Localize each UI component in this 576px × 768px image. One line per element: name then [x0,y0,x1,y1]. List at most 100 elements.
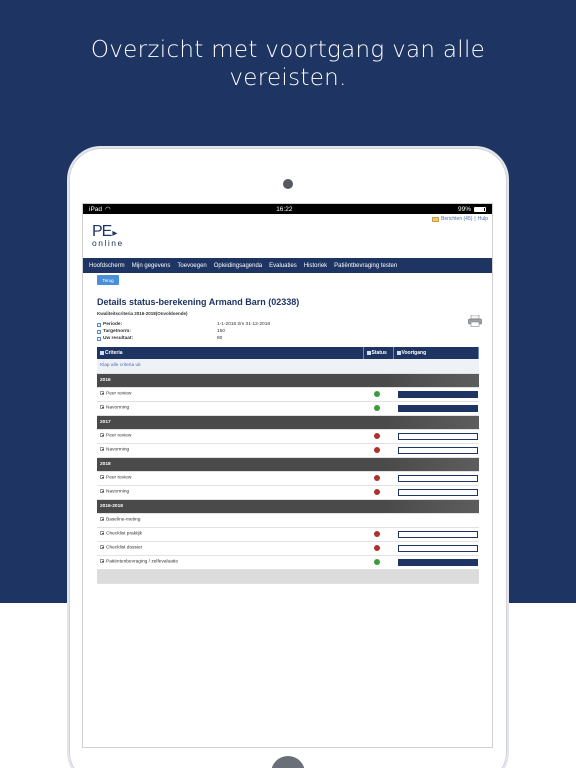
status-fail-icon [374,530,380,537]
table-row[interactable]: Baseline-meting [97,513,479,528]
year-label: 2017 [97,415,479,430]
criteria-header[interactable]: Criteria [97,347,364,359]
progress-cell [393,527,479,542]
status-cell [363,471,393,486]
table-row[interactable]: Checklist dossier [97,541,479,556]
status-cell [363,513,393,528]
table-row[interactable]: Navorming [97,443,479,458]
status-header[interactable]: Status [363,347,394,359]
headline-line-2: vereisten. [229,65,347,91]
progress-bar [398,558,478,566]
criteria-label: Navorming [106,489,130,495]
nav-item-evaluaties[interactable]: Evaluaties [269,263,297,269]
table-row[interactable]: Navorming [97,485,479,500]
criteria-cell: Checklist praktijk [97,527,363,542]
progress-bar [398,446,478,454]
link-separator: | [474,216,476,222]
nav-item-mijn-gegevens[interactable]: Mijn gegevens [132,263,171,269]
expand-icon[interactable] [100,559,104,564]
help-link[interactable]: Hulp [478,216,488,222]
camera-icon [283,179,293,189]
criteria-cell: Peer review [97,429,363,444]
print-icon[interactable] [468,315,482,327]
page-subtitle: Kwaliteitscriteria 2016-2018(Onvoldoende… [97,311,188,316]
criteria-label: Peer review [106,391,132,397]
periode-label: Periode: [103,322,123,327]
expand-icon[interactable] [100,391,104,396]
table-row[interactable]: Peer review [97,387,479,402]
logo-online: online [92,238,124,248]
sort-icon [366,350,371,355]
back-button[interactable]: Terug [97,275,119,285]
progress-bar [398,404,478,412]
status-cell [363,541,393,556]
status-ok-icon [374,390,380,397]
status-fail-icon [374,474,380,481]
progress-cell [393,541,479,556]
messages-link[interactable]: Berichten (45) [441,216,472,222]
expand-icon[interactable] [100,531,104,536]
progress-fill [399,405,477,411]
table-footer-cell [97,569,479,584]
expand-all-row: Klap alle criteria uit [97,359,479,374]
page-title: Details status-berekening Armand Barn (0… [97,297,300,307]
sort-icon [396,350,401,355]
criteria-cell: Baseline-meting [97,513,363,528]
criteria-cell: Patiëntenbevraging / zelfevaluatie [97,555,363,570]
progress-cell [393,513,479,528]
criteria-cell: Checklist dossier [97,541,363,556]
status-fail-icon [374,432,380,439]
nav-item-patientbevraging[interactable]: Patiëntbevraging testen [334,263,397,269]
info-icon [97,322,101,327]
criteria-label: Baseline-meting [106,517,141,523]
status-fail-icon [374,544,380,551]
progress-fill [399,559,477,565]
expand-icon[interactable] [100,489,104,494]
expand-icon[interactable] [100,475,104,480]
nav-item-opleidingsagenda[interactable]: Opleidingsagenda [214,263,262,269]
progress-bar [398,488,478,496]
progress-fill [399,391,477,397]
nav-item-toevoegen[interactable]: Toevoegen [177,263,206,269]
progress-bar [398,530,478,538]
table-row[interactable]: Checklist praktijk [97,527,479,542]
status-ok-icon [374,558,380,565]
criteria-label: Peer review [106,433,132,439]
status-cell [363,527,393,542]
table-row[interactable]: Patiëntenbevraging / zelfevaluatie [97,555,479,570]
home-button[interactable] [271,756,305,768]
headline-line-1: Overzicht met voortgang van alle [90,37,486,63]
expand-icon[interactable] [100,517,104,522]
wifi-icon: ◠ [105,206,111,213]
logo[interactable]: PE▸ online [92,223,124,248]
criteria-label: Checklist dossier [106,545,143,551]
voortgang-header[interactable]: Voortgang [393,347,479,359]
year-label: 2018 [97,457,479,472]
clock: 16:22 [276,205,293,213]
nav-item-historiek[interactable]: Historiek [304,263,327,269]
year-group-row: 2016 [97,373,479,388]
expand-all-link[interactable]: Klap alle criteria uit [97,359,479,374]
expand-icon[interactable] [100,433,104,438]
status-cell [363,387,393,402]
table-row[interactable]: Navorming [97,401,479,416]
status-bar: iPad ◠ 16:22 99% [83,204,492,214]
info-icon [97,336,101,341]
criteria-table: Criteria Status Voortgang Klap alle crit… [97,347,479,584]
table-row[interactable]: Peer review [97,429,479,444]
status-fail-icon [374,488,380,495]
summary-info: Periode: 1-1-2016 t/m 31-12-2018 Targetn… [97,321,478,342]
device-label: iPad [89,205,103,213]
nav-item-hoofdscherm[interactable]: Hoofdscherm [89,263,125,269]
expand-icon[interactable] [100,447,104,452]
criteria-header-label: Criteria [105,350,123,356]
battery-icon [473,206,486,212]
status-ok-icon [374,404,380,411]
expand-icon[interactable] [100,545,104,550]
expand-icon[interactable] [100,405,104,410]
sort-icon [100,350,104,355]
table-row[interactable]: Peer review [97,471,479,486]
battery-percent: 99% [457,205,471,213]
status-cell [363,485,393,500]
periode-value: 1-1-2016 t/m 31-12-2018 [217,322,271,327]
